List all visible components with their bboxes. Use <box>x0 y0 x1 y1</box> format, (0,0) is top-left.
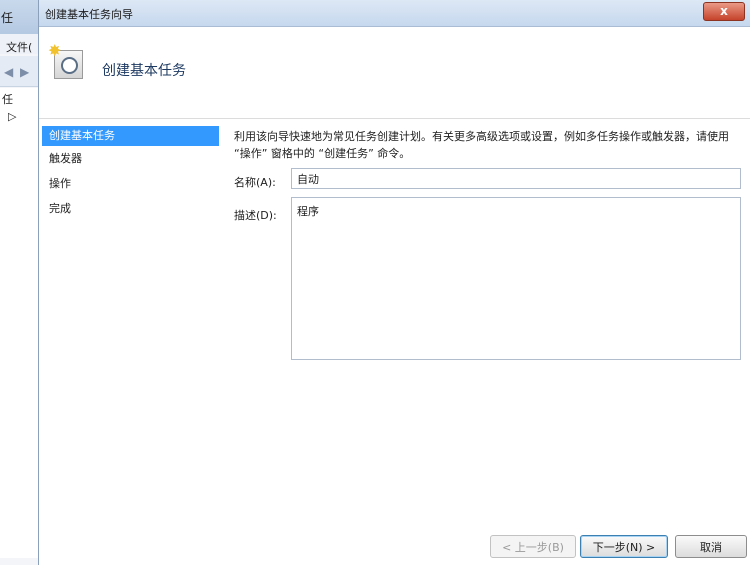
dialog-title: 创建基本任务向导 <box>45 8 133 21</box>
tree-item-task-scheduler[interactable]: 任 <box>2 91 13 107</box>
parent-window-title: 任 <box>1 11 14 25</box>
wizard-header: ✸ 创建基本任务 <box>39 27 750 119</box>
wizard-header-title: 创建基本任务 <box>102 63 186 79</box>
name-input[interactable] <box>291 168 741 189</box>
step-action[interactable]: 操作 <box>49 174 219 194</box>
description-label: 描述(D): <box>234 209 277 222</box>
step-finish[interactable]: 完成 <box>49 199 219 219</box>
next-button[interactable]: 下一步(N) > <box>580 535 668 558</box>
back-arrow-icon[interactable]: ◀ <box>4 65 13 79</box>
cancel-button[interactable]: 取消 <box>675 535 747 558</box>
parent-tree-pane: 任 ▷ <box>0 88 40 558</box>
tree-item-library[interactable]: ▷ <box>8 110 16 123</box>
create-basic-task-wizard: 创建基本任务向导 x ✸ 创建基本任务 创建基本任务 触发器 操作 完成 利用该… <box>38 0 750 565</box>
parent-menu-bar: 文件( <box>0 34 40 54</box>
dialog-title-bar: 创建基本任务向导 x <box>39 0 750 27</box>
parent-toolbar: ◀ ▶ <box>0 56 40 87</box>
description-input[interactable]: 程序 <box>291 197 741 360</box>
task-scheduler-window: 任 文件( ◀ ▶ 任 ▷ <box>0 0 40 565</box>
step-trigger[interactable]: 触发器 <box>49 149 219 169</box>
parent-title-bar: 任 <box>0 0 40 34</box>
menu-file[interactable]: 文件( <box>6 39 32 55</box>
step-create-basic-task[interactable]: 创建基本任务 <box>42 126 219 146</box>
name-label: 名称(A): <box>234 176 276 189</box>
back-button[interactable]: < 上一步(B) <box>490 535 576 558</box>
forward-arrow-icon[interactable]: ▶ <box>20 65 29 79</box>
star-icon: ✸ <box>48 41 62 60</box>
close-button[interactable]: x <box>703 2 745 21</box>
wizard-description: 利用该向导快速地为常见任务创建计划。有关更多高级选项或设置，例如多任务操作或触发… <box>234 130 729 160</box>
wizard-steps: 创建基本任务 触发器 操作 完成 <box>39 119 222 565</box>
task-clock-icon: ✸ <box>48 41 83 79</box>
clock-icon <box>61 57 78 74</box>
